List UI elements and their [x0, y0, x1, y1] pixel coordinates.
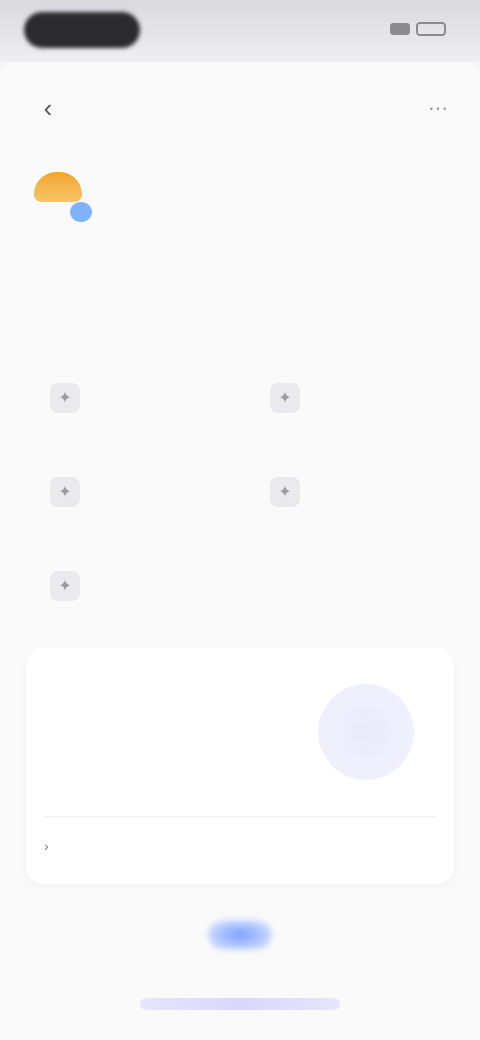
signal-icon [390, 23, 410, 35]
main-sheet: ‹ ⋯ ✦ ✦ ✦ ✦ ✦ › [0, 62, 480, 1040]
chevron-right-icon: › [44, 838, 49, 854]
feature-icon-3: ✦ [50, 477, 80, 507]
more-icon[interactable]: ⋯ [420, 90, 456, 126]
app-logo [26, 162, 92, 226]
feature-item-3: ✦ [50, 462, 94, 522]
promo-illustration [318, 684, 414, 780]
purchase-footer [0, 912, 480, 1040]
feature-item-5: ✦ [50, 556, 94, 616]
feature-icon-5: ✦ [50, 571, 80, 601]
activity-indicator [208, 920, 272, 950]
status-time [24, 12, 140, 48]
feature-item-4: ✦ [270, 462, 314, 522]
battery-icon [416, 22, 446, 36]
logo-wave-shape [70, 202, 92, 222]
back-arrow-icon[interactable]: ‹ [30, 90, 66, 126]
status-icons [390, 22, 446, 36]
home-indicator [140, 998, 340, 1010]
promo-link[interactable]: › [44, 838, 57, 854]
feature-icon-1: ✦ [50, 383, 80, 413]
logo-sun-shape [34, 172, 82, 202]
promo-divider [44, 816, 436, 817]
subscribe-button[interactable] [176, 952, 310, 978]
promo-card[interactable]: › [26, 648, 454, 884]
feature-item-1: ✦ [50, 368, 94, 428]
status-bar [0, 0, 480, 62]
feature-icon-4: ✦ [270, 477, 300, 507]
feature-icon-2: ✦ [270, 383, 300, 413]
feature-item-2: ✦ [270, 368, 314, 428]
